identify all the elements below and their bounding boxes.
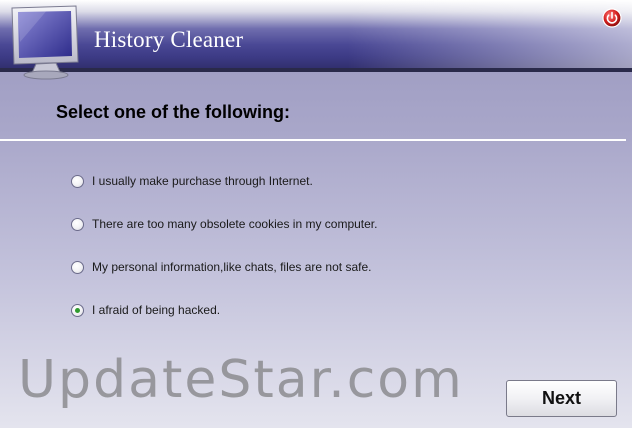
radio-button[interactable] — [71, 174, 84, 188]
option-label: I afraid of being hacked. — [92, 303, 221, 317]
option-personal-information[interactable]: My personal information,like chats, file… — [71, 259, 371, 275]
option-label: My personal information,like chats, file… — [92, 260, 372, 274]
next-button[interactable]: Next — [506, 380, 617, 417]
option-obsolete-cookies[interactable]: There are too many obsolete cookies in m… — [71, 216, 377, 232]
instruction-heading: Select one of the following: — [56, 102, 290, 122]
app-title: History Cleaner — [94, 27, 244, 52]
power-icon[interactable] — [602, 8, 622, 28]
divider — [0, 139, 626, 141]
option-purchase-internet[interactable]: I usually make purchase through Internet… — [71, 173, 313, 189]
radio-button[interactable] — [71, 217, 84, 231]
radio-button[interactable] — [71, 260, 84, 274]
watermark: UpdateStar.com — [18, 350, 464, 410]
title-bar-border — [0, 68, 632, 72]
history-cleaner-window: History Cleaner Select one of the follow… — [0, 0, 632, 428]
monitor-icon — [6, 2, 86, 82]
option-label: I usually make purchase through Internet… — [92, 174, 313, 188]
radio-button[interactable] — [71, 303, 84, 317]
option-being-hacked[interactable]: I afraid of being hacked. — [71, 302, 220, 318]
option-label: There are too many obsolete cookies in m… — [92, 217, 378, 231]
